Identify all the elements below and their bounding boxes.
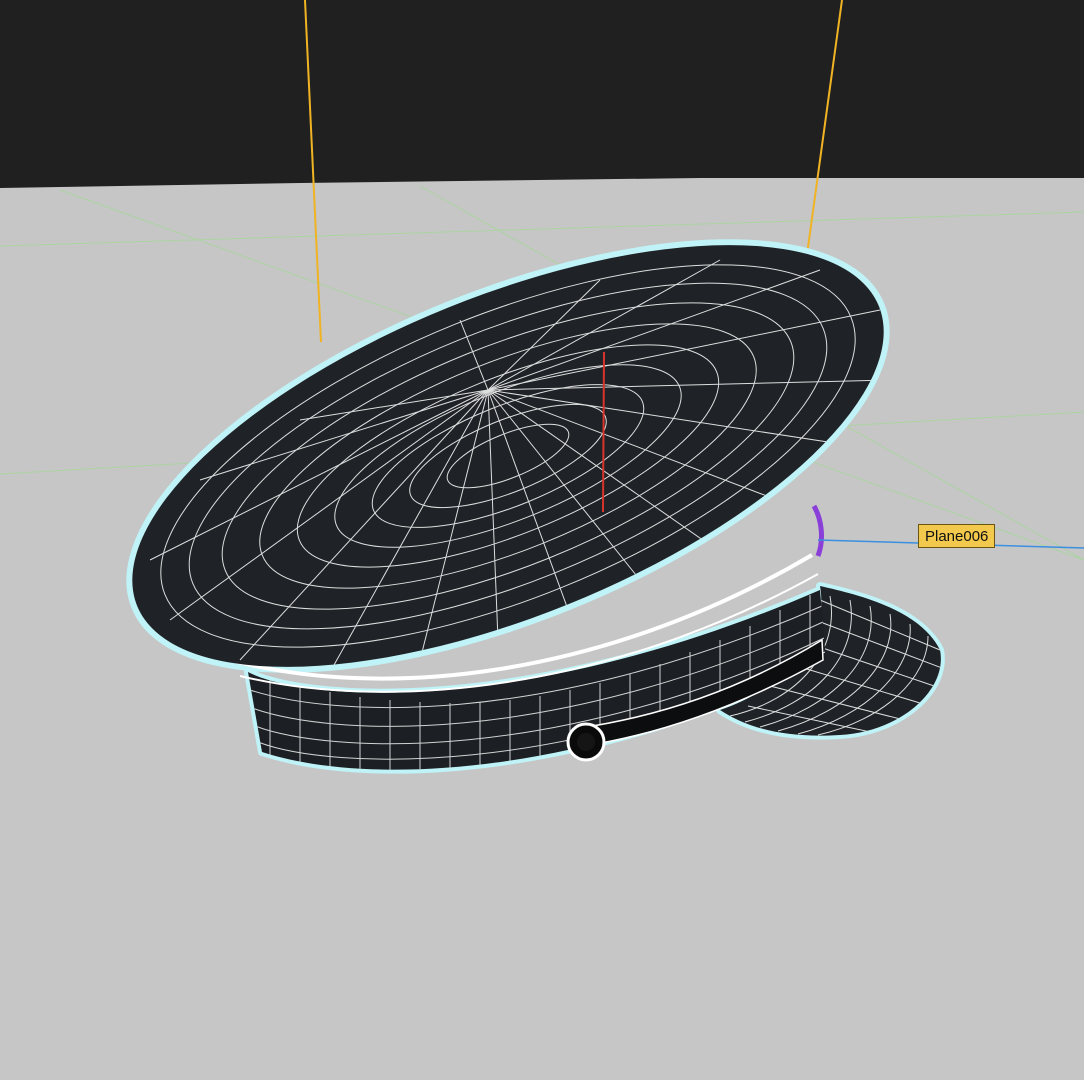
background-sky bbox=[0, 0, 1084, 188]
object-name-tag[interactable]: Plane006 bbox=[918, 524, 996, 548]
pivot-axis bbox=[602, 351, 605, 513]
3d-viewport[interactable]: Plane006 bbox=[0, 0, 1084, 1080]
